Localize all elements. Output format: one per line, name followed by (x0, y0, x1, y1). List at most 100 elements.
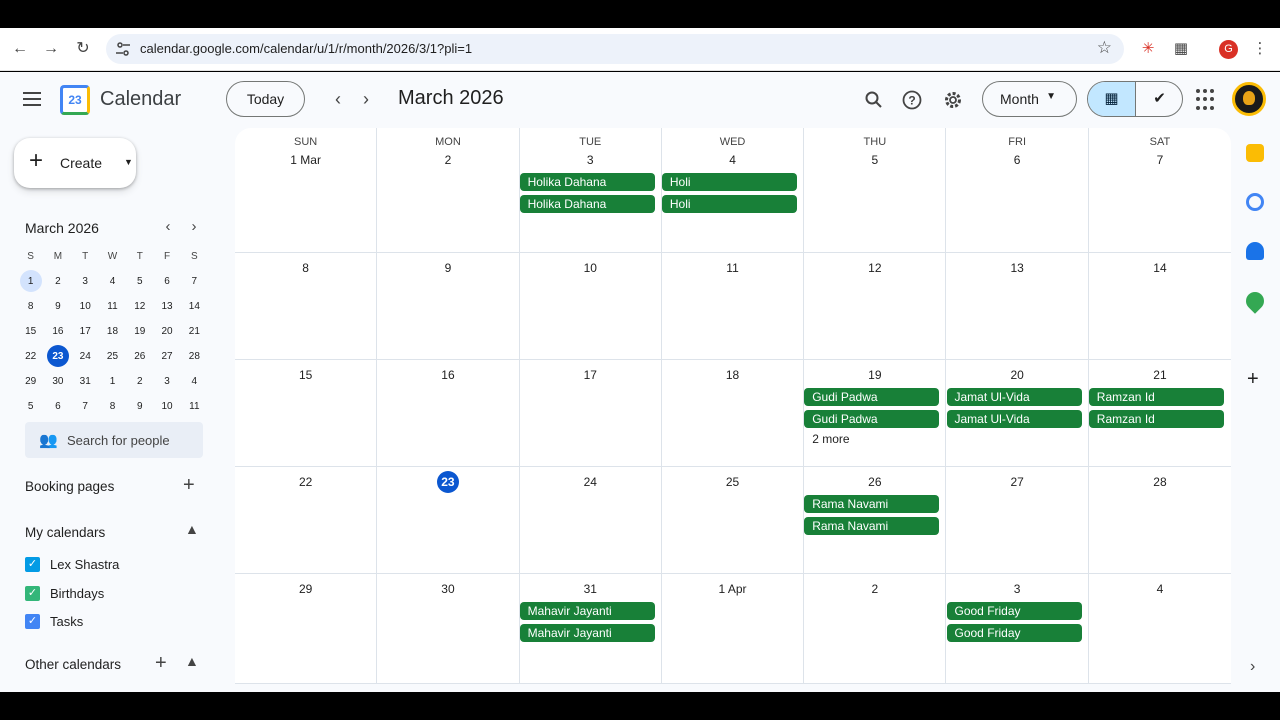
day-cell[interactable]: 27 (947, 467, 1089, 573)
day-cell[interactable]: 17 (520, 360, 662, 466)
day-number[interactable]: 22 (235, 475, 376, 489)
event-chip[interactable]: Holi (661, 194, 797, 213)
mini-day[interactable]: 6 (44, 394, 71, 419)
day-number[interactable]: 3 (520, 153, 661, 167)
day-number[interactable]: 4 (1089, 582, 1231, 596)
day-number[interactable]: 29 (235, 582, 376, 596)
add-other-calendar-plus-icon[interactable]: + (155, 652, 167, 675)
day-cell[interactable]: 10 (520, 253, 662, 359)
event-chip[interactable]: Ramzan Id (1088, 409, 1224, 428)
mini-day[interactable]: 10 (153, 394, 180, 419)
account-avatar[interactable] (1232, 82, 1266, 116)
day-cell[interactable]: 8 (235, 253, 378, 359)
mini-day[interactable]: 20 (153, 319, 180, 344)
day-cell[interactable]: 13 (947, 253, 1089, 359)
day-number[interactable]: 10 (520, 261, 661, 275)
event-chip[interactable]: Rama Navami (804, 516, 940, 535)
day-number[interactable]: 9 (377, 261, 518, 275)
day-number[interactable]: 5 (804, 153, 945, 167)
add-booking-plus-icon[interactable]: + (183, 474, 195, 497)
day-cell[interactable]: 11 (662, 253, 805, 359)
event-chip[interactable]: Mahavir Jayanti (519, 602, 655, 620)
mini-day[interactable]: 15 (17, 319, 44, 344)
mini-day[interactable]: 7 (181, 269, 208, 294)
day-cell[interactable]: 4 (1089, 574, 1231, 683)
extension-burst-icon[interactable]: ✳ (1138, 39, 1158, 59)
day-cell[interactable]: 23 (377, 467, 520, 573)
day-number[interactable]: 25 (662, 475, 803, 489)
calendar-view-icon[interactable]: ▦ (1088, 82, 1135, 116)
event-chip[interactable]: Jamat Ul-Vida (946, 409, 1082, 428)
event-chip[interactable]: Holi (661, 173, 797, 191)
create-button[interactable]: + Create ▼ (14, 138, 136, 188)
mini-next-chevron-icon[interactable]: › (186, 218, 202, 235)
day-number[interactable]: 8 (235, 261, 376, 275)
day-number[interactable]: 23 (377, 471, 518, 493)
main-menu-icon[interactable] (20, 88, 44, 112)
mini-day[interactable]: 2 (126, 369, 153, 394)
day-cell[interactable]: 29 (235, 574, 378, 683)
maps-icon[interactable] (1242, 288, 1268, 314)
day-cell[interactable]: 12 (804, 253, 947, 359)
mini-day[interactable]: 9 (44, 294, 71, 319)
checkbox-checked-icon[interactable]: ✓ (25, 557, 40, 572)
tasks-icon[interactable] (1246, 193, 1264, 211)
more-events-link[interactable]: 2 more (812, 432, 849, 446)
day-number[interactable]: 26 (804, 475, 945, 489)
mini-day[interactable]: 21 (181, 319, 208, 344)
day-number[interactable]: 12 (804, 261, 945, 275)
day-cell[interactable]: 25 (662, 467, 805, 573)
day-number[interactable]: 3 (947, 582, 1088, 596)
day-cell[interactable]: 28 (1089, 467, 1231, 573)
day-cell[interactable]: 9 (377, 253, 520, 359)
day-number[interactable]: 18 (662, 368, 803, 382)
mini-day[interactable]: 13 (153, 294, 180, 319)
day-number[interactable]: 1 Mar (235, 153, 376, 167)
day-number[interactable]: 4 (662, 153, 803, 167)
event-chip[interactable]: Gudi Padwa (804, 409, 940, 428)
day-number[interactable]: 28 (1089, 475, 1231, 489)
mini-day[interactable]: 11 (181, 394, 208, 419)
day-number[interactable]: 14 (1089, 261, 1231, 275)
mini-day[interactable]: 12 (126, 294, 153, 319)
mini-prev-chevron-icon[interactable]: ‹ (160, 218, 176, 235)
browser-menu-icon[interactable]: ⋮ (1250, 39, 1270, 59)
search-icon[interactable] (860, 86, 888, 114)
collapse-chevron-up-icon[interactable]: ▲ (185, 653, 199, 669)
day-number[interactable]: 24 (520, 475, 661, 489)
checkbox-checked-icon[interactable]: ✓ (25, 585, 40, 601)
mini-day[interactable]: 31 (72, 369, 99, 394)
prev-month-chevron-icon[interactable]: ‹ (327, 88, 349, 110)
day-number[interactable]: 2 (377, 153, 518, 167)
event-chip[interactable]: Good Friday (946, 602, 1082, 620)
expand-panel-chevron-icon[interactable]: › (1250, 658, 1255, 676)
settings-gear-icon[interactable] (939, 86, 967, 114)
mini-day[interactable]: 9 (126, 394, 153, 419)
day-number[interactable]: 19 (804, 368, 945, 382)
day-cell[interactable]: 26 Rama Navami Rama Navami (804, 467, 947, 573)
address-bar[interactable]: calendar.google.com/calendar/u/1/r/month… (106, 34, 1124, 64)
view-selector[interactable]: Month ▼ (982, 81, 1077, 117)
mini-day[interactable]: 19 (126, 319, 153, 344)
other-calendars-heading[interactable]: Other calendars (25, 657, 121, 672)
day-cell[interactable]: THU 5 (804, 128, 947, 252)
mini-day[interactable]: 8 (99, 394, 126, 419)
mini-day[interactable]: 5 (17, 394, 44, 419)
bookmark-star-icon[interactable]: ☆ (1097, 38, 1112, 58)
search-people-input[interactable]: 👥 Search for people (25, 422, 203, 458)
day-number[interactable]: 2 (804, 582, 945, 596)
site-settings-icon[interactable] (114, 40, 132, 58)
mini-day[interactable]: 23 (44, 344, 71, 369)
mini-day[interactable]: 16 (44, 319, 71, 344)
day-cell[interactable]: SAT 7 (1089, 128, 1231, 252)
today-button[interactable]: Today (226, 81, 305, 117)
day-number[interactable]: 30 (377, 582, 518, 596)
mini-day[interactable]: 11 (99, 294, 126, 319)
checkbox-checked-icon[interactable]: ✓ (25, 614, 40, 629)
mini-day[interactable]: 10 (72, 294, 99, 319)
day-number[interactable]: 1 Apr (662, 582, 803, 596)
day-number[interactable]: 15 (235, 368, 376, 382)
day-number[interactable]: 7 (1089, 153, 1231, 167)
mini-day[interactable]: 5 (126, 269, 153, 294)
day-number[interactable]: 31 (520, 582, 661, 596)
